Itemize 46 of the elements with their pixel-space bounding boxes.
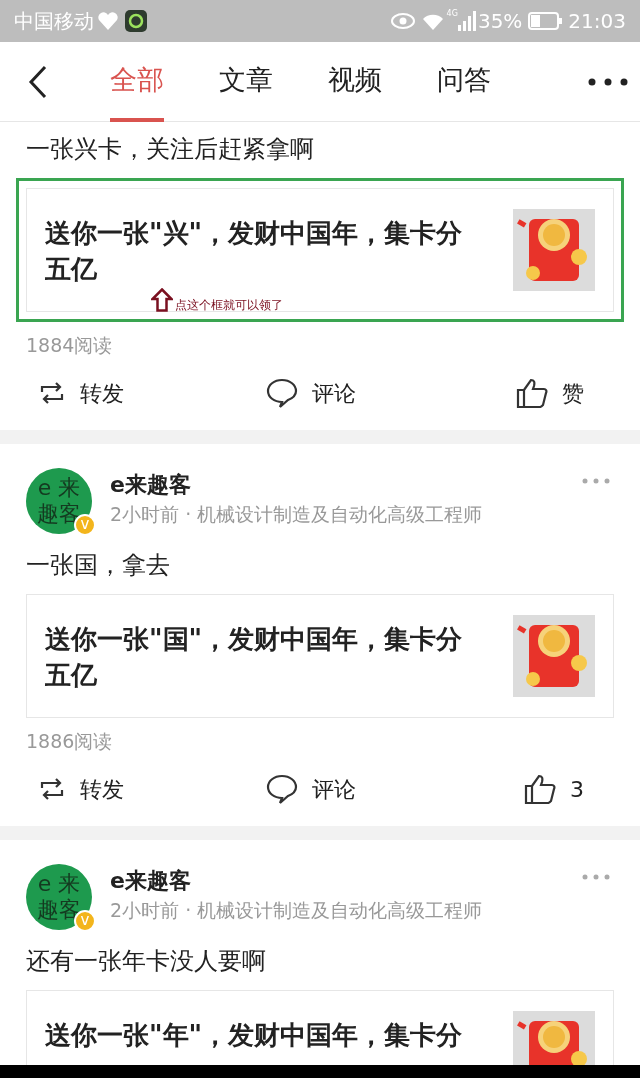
repost-icon[interactable] [38, 776, 66, 802]
post-meta: 2小时前 · 机械设计制造及自动化高级工程师 [110, 898, 484, 923]
thumbs-up-icon[interactable] [524, 774, 556, 804]
eye-icon [390, 12, 415, 30]
post-meta: 2小时前 · 机械设计制造及自动化高级工程师 [110, 502, 484, 527]
author-name: e来趣客 [110, 471, 192, 499]
post-text: 还有一张年卡没人要啊 [26, 946, 267, 977]
link-card[interactable]: 送你一张"年"，发财中国年，集卡分 [26, 990, 614, 1065]
network-type: 4G [446, 8, 458, 20]
comment-button[interactable]: 评论 [266, 772, 356, 806]
back-icon[interactable] [28, 64, 48, 99]
thumbs-up-icon[interactable] [516, 378, 548, 408]
link-card[interactable]: 送你一张"兴"，发财中国年，集卡分五亿 点这个框就可以领了 [26, 188, 614, 312]
card-title: 送你一张"国"，发财中国年，集卡分五亿 [45, 623, 464, 692]
signal-icon [457, 11, 476, 31]
battery-percent: 35% [477, 8, 523, 35]
author-name: e来趣客 [110, 867, 192, 895]
link-card[interactable]: 送你一张"国"，发财中国年，集卡分五亿 [26, 594, 614, 718]
read-count: 1884阅读 [26, 333, 114, 358]
comment-button[interactable]: 评论 [266, 376, 356, 410]
more-icon[interactable] [588, 77, 628, 86]
nav-tab[interactable]: 文章 [219, 42, 273, 122]
carrier-name: 中国移动 [14, 8, 94, 35]
comment-icon[interactable] [266, 378, 298, 408]
like-button[interactable]: 3 [524, 772, 584, 806]
post-text: 一张国，拿去 [26, 550, 171, 581]
nav-tab[interactable]: 全部 [110, 42, 164, 122]
repost-icon[interactable] [38, 380, 66, 406]
heart-icon [97, 11, 119, 31]
card-title: 送你一张"兴"，发财中国年，集卡分五亿 [45, 217, 464, 286]
nav-tab[interactable]: 视频 [328, 42, 382, 122]
share-button[interactable]: 转发 [38, 772, 124, 806]
like-button[interactable]: 赞 [516, 376, 584, 410]
arrow-annotation-icon [151, 288, 173, 312]
avatar-text: e 来 [37, 475, 81, 501]
battery-icon [528, 12, 563, 30]
post-text: 一张兴卡，关注后赶紧拿啊 [26, 134, 315, 165]
annotation-text: 点这个框就可以领了 [175, 298, 283, 312]
comment-icon[interactable] [266, 774, 298, 804]
read-count: 1886阅读 [26, 729, 114, 754]
clock-time: 21:03 [568, 8, 626, 35]
nav-tab[interactable]: 问答 [437, 42, 491, 122]
share-button[interactable]: 转发 [38, 376, 124, 410]
app-icon [125, 10, 147, 32]
avatar-text: e 来 [37, 871, 81, 897]
card-title: 送你一张"年"，发财中国年，集卡分 [45, 1019, 464, 1052]
